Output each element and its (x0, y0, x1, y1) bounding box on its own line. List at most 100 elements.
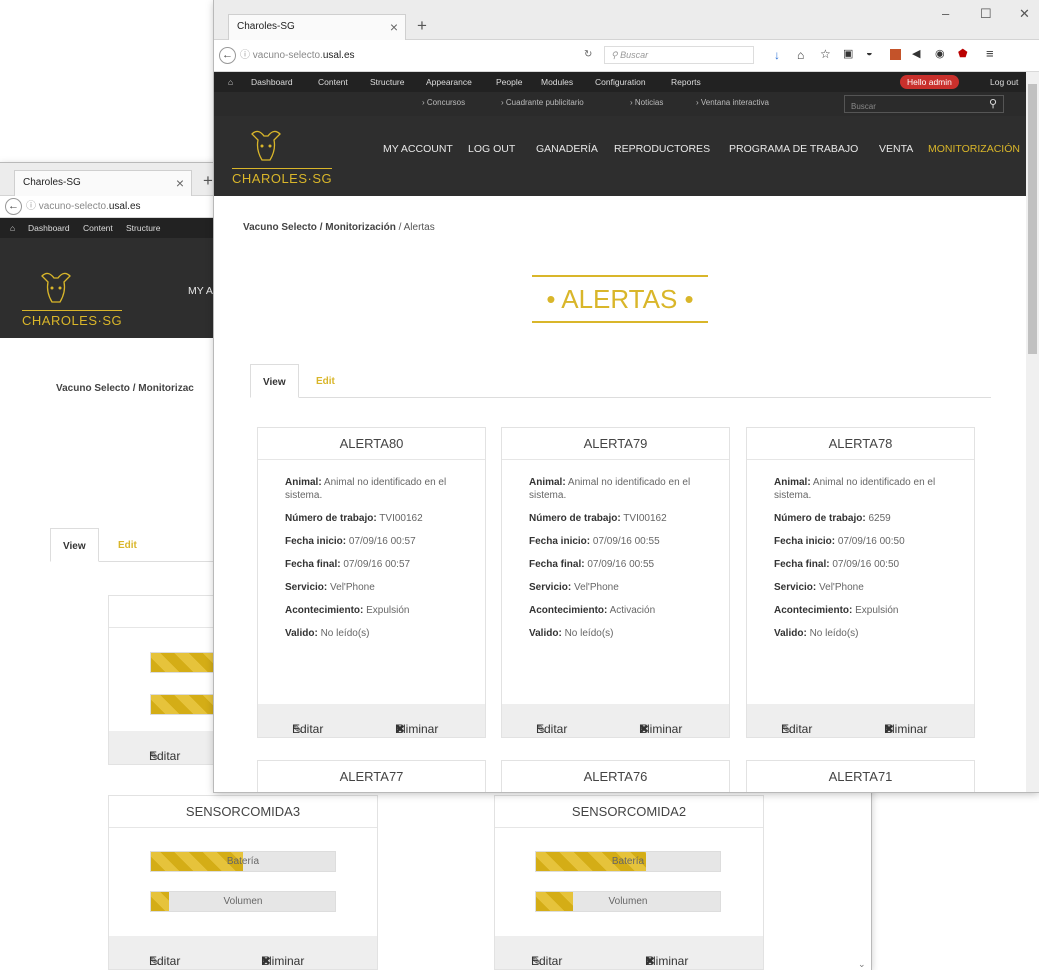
admin-item-dashboard[interactable]: Dashboard (251, 77, 293, 87)
alert-card: ALERTA79 Animal: Animal no identificado … (501, 427, 730, 738)
sensor-card: SENSORCOMIDA2 Batería Volumen ✎ Editar ✖… (494, 795, 764, 970)
nav-item-partial[interactable]: MY A (188, 285, 213, 297)
nav-item-venta[interactable]: VENTA (879, 143, 913, 155)
breadcrumb-section[interactable]: Monitorización (325, 222, 396, 233)
card-footer: ✎ Editar ✖ Eliminar (502, 704, 729, 737)
home-icon[interactable]: ⌂ (228, 77, 233, 87)
nav-item-reproductores[interactable]: REPRODUCTORES (614, 143, 710, 155)
search-icon: ⚲ (611, 50, 621, 60)
card-body: Animal: Animal no identificado en el sis… (285, 477, 447, 639)
nav-item-my-account[interactable]: MY ACCOUNT (383, 143, 453, 155)
admin-item-content[interactable]: Content (318, 77, 348, 87)
alert-card: ALERTA78 Animal: Animal no identificado … (746, 427, 975, 738)
card-title: SENSORCOMIDA3 (109, 796, 377, 828)
logo-text: CHAROLES·SG (22, 310, 123, 328)
scrollbar[interactable] (1026, 72, 1039, 792)
card-footer: ✎ Editar ✖ Eliminar (747, 704, 974, 737)
card-title: ALERTA76 (583, 769, 648, 784)
admin-item-dashboard[interactable]: Dashboard (28, 223, 70, 233)
card-body: Animal: Animal no identificado en el sis… (529, 477, 691, 639)
breadcrumb-root[interactable]: Vacuno Selecto / (243, 222, 322, 233)
tab-title: Charoles-SG (23, 177, 81, 188)
browser-window-front: Charoles-SG × + – ☐ ✕ ← ⓘ vacuno-selecto… (214, 0, 1039, 792)
card-footer: ✎ Editar ✖ Eliminar (495, 936, 763, 969)
bull-head-icon (41, 272, 71, 303)
tab-view[interactable]: View (250, 364, 299, 398)
site-search-input[interactable]: Buscar ⚲ (844, 95, 1004, 113)
new-tab-icon[interactable]: + (203, 171, 213, 191)
admin-logout-link[interactable]: Log out (990, 77, 1018, 87)
back-arrow-icon[interactable]: ← (5, 198, 22, 215)
admin-item-modules[interactable]: Modules (541, 77, 573, 87)
admin-item-people[interactable]: People (496, 77, 522, 87)
admin-item-appearance[interactable]: Appearance (426, 77, 472, 87)
home-icon[interactable]: ⌂ (10, 223, 15, 233)
admin-toolbar: ⌂ Dashboard Content Structure Appearance… (214, 72, 1039, 92)
url-bar[interactable]: ⓘ vacuno-selecto.usal.es (26, 199, 141, 215)
scroll-down-arrow-icon[interactable]: ⌄ (858, 959, 866, 970)
send-icon[interactable]: ◀ (912, 47, 920, 60)
admin-item-structure[interactable]: Structure (370, 77, 405, 87)
secondary-nav: › Concursos › Cuadrante publicitario › N… (214, 92, 1039, 116)
search-icon[interactable]: ⚲ (989, 97, 997, 110)
alert-card: ALERTA71 (746, 760, 975, 792)
nav-item-ganaderia[interactable]: GANADERÍA (536, 143, 598, 155)
volumen-bar: Volumen (535, 891, 721, 912)
breadcrumb: Vacuno Selecto / Monitorizac (56, 383, 194, 394)
nav-item-monitorizacion[interactable]: MONITORIZACIÓN (928, 143, 1020, 155)
site-logo[interactable]: CHAROLES·SG (232, 124, 333, 194)
close-window-icon[interactable]: ✕ (1019, 6, 1030, 22)
card-title: ALERTA77 (339, 769, 404, 784)
logo-text: CHAROLES·SG (232, 168, 333, 186)
subnav-item-concursos[interactable]: › Concursos (422, 98, 465, 107)
subnav-item-ventana[interactable]: › Ventana interactiva (696, 98, 769, 107)
admin-item-configuration[interactable]: Configuration (595, 77, 646, 87)
home-icon[interactable]: ⌂ (797, 48, 804, 62)
nav-item-programa-de-trabajo[interactable]: PROGRAMA DE TRABAJO (729, 143, 858, 155)
shield-icon[interactable]: ⬟ (958, 47, 968, 60)
tab-view[interactable]: View (50, 528, 99, 562)
reload-icon[interactable]: ↻ (584, 49, 592, 60)
extension-icon[interactable]: ◉ (935, 47, 945, 60)
admin-item-content[interactable]: Content (83, 223, 113, 233)
bateria-bar: Batería (150, 851, 336, 872)
browser-search-input[interactable]: ⚲ Buscar (604, 46, 754, 64)
pocket-icon[interactable]: ◒ (866, 47, 873, 59)
breadcrumb: Vacuno Selecto / Monitorización / Alerta… (243, 222, 435, 233)
tab-edit[interactable]: Edit (106, 528, 149, 562)
library-icon[interactable]: ▣ (843, 47, 853, 60)
nav-item-log-out[interactable]: LOG OUT (468, 143, 515, 155)
subnav-item-cuadrante[interactable]: › Cuadrante publicitario (501, 98, 584, 107)
alert-card: ALERTA77 (257, 760, 486, 792)
bull-head-icon (251, 130, 281, 161)
addon-icon[interactable] (890, 49, 901, 60)
card-title: ALERTA71 (828, 769, 893, 784)
site-logo[interactable]: CHAROLES·SG (22, 266, 123, 336)
close-tab-icon[interactable]: × (176, 175, 184, 191)
admin-item-reports[interactable]: Reports (671, 77, 701, 87)
tab-strip: Charoles-SG × + – ☐ ✕ (214, 0, 1039, 41)
card-body: Animal: Animal no identificado en el sis… (774, 477, 936, 639)
browser-tab[interactable]: Charoles-SG × (14, 170, 192, 197)
minimize-icon[interactable]: – (942, 6, 949, 21)
user-badge[interactable]: Hello admin (900, 75, 959, 89)
bateria-bar: Batería (535, 851, 721, 872)
scrollbar-thumb[interactable] (1028, 84, 1037, 354)
tab-title: Charoles-SG (237, 21, 295, 32)
back-arrow-icon[interactable]: ← (219, 47, 236, 64)
card-footer: ✎ Editar ✖ Eliminar (109, 936, 377, 969)
subnav-item-noticias[interactable]: › Noticias (630, 98, 663, 107)
admin-item-structure[interactable]: Structure (126, 223, 161, 233)
menu-icon[interactable]: ≡ (986, 46, 994, 61)
close-tab-icon[interactable]: × (390, 19, 398, 35)
maximize-icon[interactable]: ☐ (980, 6, 992, 22)
page-title: • ALERTAS • (532, 275, 708, 323)
tab-edit[interactable]: Edit (304, 364, 347, 398)
download-icon[interactable]: ↓ (774, 48, 780, 62)
bookmark-star-icon[interactable]: ☆ (820, 47, 831, 61)
new-tab-icon[interactable]: + (417, 16, 427, 36)
card-title: ALERTA79 (502, 428, 729, 460)
url-bar[interactable]: ⓘ vacuno-selecto.usal.es (240, 48, 355, 64)
site-header: CHAROLES·SG MY ACCOUNT LOG OUT GANADERÍA… (214, 116, 1039, 196)
browser-tab[interactable]: Charoles-SG × (228, 14, 406, 41)
